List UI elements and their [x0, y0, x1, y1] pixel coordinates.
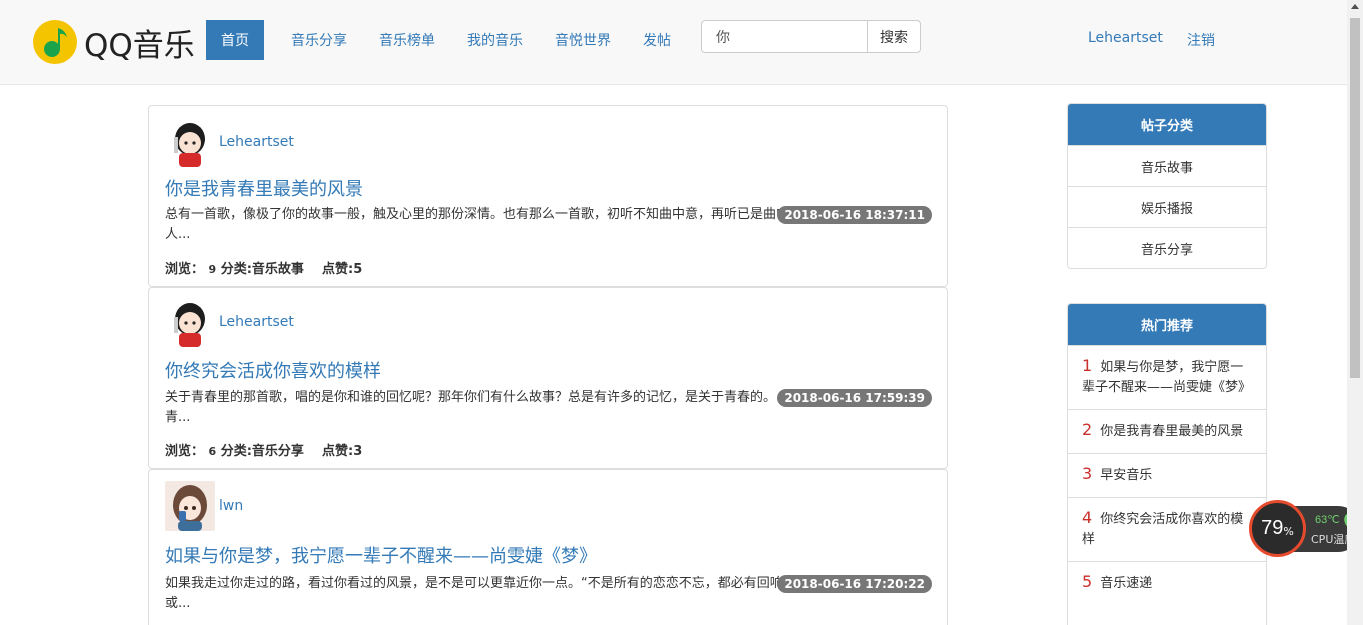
author-name[interactable]: Leheartset [219, 314, 294, 330]
avatar [165, 117, 215, 167]
hot-panel-title: 热门推荐 [1068, 304, 1266, 345]
hot-item[interactable]: 1 如果与你是梦，我宁愿一辈子不醒来——尚雯婕《梦》 [1068, 345, 1266, 409]
author-name[interactable]: Leheartset [219, 134, 294, 150]
hot-panel: 热门推荐 1 如果与你是梦，我宁愿一辈子不醒来——尚雯婕《梦》 2 你是我青春里最美… [1067, 303, 1267, 625]
nav-new-post[interactable]: 发帖 [643, 30, 671, 50]
qq-music-logo[interactable]: QQ音乐 [32, 19, 195, 65]
post-date-badge: 2018-06-16 17:59:39 [777, 389, 932, 407]
avatar [165, 297, 215, 347]
top-navbar: QQ音乐 首页 音乐分享 音乐榜单 我的音乐 音悦世界 发帖 你 搜索 Lehe… [0, 0, 1347, 85]
nav-music-share[interactable]: 音乐分享 [291, 30, 347, 50]
category-panel: 帖子分类 音乐故事 娱乐播报 音乐分享 [1067, 103, 1267, 269]
post-author[interactable]: Leheartset [165, 297, 294, 347]
hot-item[interactable]: 3 早安音乐 [1068, 453, 1266, 497]
nav-home[interactable]: 首页 [206, 20, 264, 60]
cpu-usage-percent: 79 [1261, 517, 1284, 539]
hot-rank: 5 [1082, 572, 1093, 591]
category-item-entertainment[interactable]: 娱乐播报 [1068, 186, 1266, 227]
post-summary: 总有一首歌，像极了你的故事一般，触及心里的那份深情。也有那么一首歌，初听不知曲中… [165, 207, 790, 242]
views-count: 9 [208, 263, 217, 276]
category-item-music-share[interactable]: 音乐分享 [1068, 227, 1266, 268]
post-date-badge: 2018-06-16 17:20:22 [777, 575, 932, 593]
post-stats: 浏览： 9 分类:音乐故事 点赞:5 [165, 258, 362, 277]
post-author[interactable]: Leheartset [165, 117, 294, 167]
scrollbar-thumb[interactable] [1350, 18, 1360, 378]
views-label: 浏览： [165, 444, 205, 459]
post-category: 分类:音乐分享 [220, 444, 304, 459]
post-summary: 关于青春里的那首歌，唱的是你和谁的回忆呢？那年你们有什么故事？总是有许多的记忆，… [165, 390, 777, 425]
hot-title: 你终究会活成你喜欢的模样 [1082, 512, 1244, 547]
music-note-logo-icon [33, 20, 77, 64]
hot-title: 音乐速递 [1100, 576, 1153, 591]
category-panel-title: 帖子分类 [1068, 104, 1266, 145]
post-card: Leheartset 你终究会活成你喜欢的模样 关于青春里的那首歌，唱的是你和谁… [148, 287, 948, 469]
page-scrollbar[interactable] [1347, 0, 1363, 625]
hot-item[interactable]: 4 你终究会活成你喜欢的模样 [1068, 497, 1266, 561]
post-author[interactable]: lwn [165, 481, 243, 531]
hot-rank: 4 [1082, 508, 1093, 527]
cpu-temperature: 63℃ [1315, 513, 1351, 526]
nav-music-charts[interactable]: 音乐榜单 [379, 30, 435, 50]
hot-item[interactable]: 5 音乐速递 [1068, 561, 1266, 605]
hot-rank: 2 [1082, 420, 1093, 439]
views-label: 浏览： [165, 262, 205, 277]
post-title[interactable]: 你是我青春里最美的风景 [165, 175, 363, 201]
scroll-up-arrow-icon[interactable] [1351, 4, 1359, 9]
hot-title: 早安音乐 [1100, 468, 1153, 483]
author-name[interactable]: lwn [219, 498, 243, 514]
cpu-usage-gauge: 79% [1249, 500, 1306, 557]
post-category: 分类:音乐故事 [220, 262, 304, 277]
nav-music-world[interactable]: 音悦世界 [555, 30, 611, 50]
hot-rank: 1 [1082, 356, 1093, 375]
nav-logout[interactable]: 注销 [1187, 30, 1215, 50]
post-date-badge: 2018-06-16 18:37:11 [777, 206, 932, 224]
views-count: 6 [208, 445, 217, 458]
search-button[interactable]: 搜索 [867, 20, 921, 53]
post-summary: 如果我走过你走过的路，看过你看过的风景，是不是可以更靠近你一点。“不是所有的恋恋… [165, 576, 796, 611]
category-item-music-story[interactable]: 音乐故事 [1068, 145, 1266, 186]
nav-username[interactable]: Leheartset [1088, 30, 1163, 46]
cpu-usage-percent-sign: % [1283, 525, 1294, 538]
hot-rank: 3 [1082, 464, 1093, 483]
post-likes: 点赞:5 [322, 262, 363, 277]
cpu-temperature-widget[interactable]: 79% 63℃ CPU温度 [1249, 500, 1361, 557]
logo-text: QQ音乐 [84, 27, 195, 64]
nav-my-music[interactable]: 我的音乐 [467, 30, 523, 50]
post-stats: 浏览： 6 分类:音乐分享 点赞:3 [165, 440, 362, 459]
hot-title: 你是我青春里最美的风景 [1100, 424, 1244, 439]
post-title[interactable]: 你终究会活成你喜欢的模样 [165, 357, 381, 383]
hot-title: 如果与你是梦，我宁愿一辈子不醒来——尚雯婕《梦》 [1082, 360, 1252, 395]
post-title[interactable]: 如果与你是梦，我宁愿一辈子不醒来——尚雯婕《梦》 [165, 542, 597, 568]
search-input[interactable]: 你 [701, 20, 868, 53]
hot-item[interactable]: 2 你是我青春里最美的风景 [1068, 409, 1266, 453]
cpu-temperature-value: 63℃ [1315, 514, 1340, 526]
post-card: lwn 如果与你是梦，我宁愿一辈子不醒来——尚雯婕《梦》 如果我走过你走过的路，… [148, 469, 948, 625]
avatar [165, 481, 215, 531]
post-likes: 点赞:3 [322, 444, 363, 459]
post-card: Leheartset 你是我青春里最美的风景 总有一首歌，像极了你的故事一般，触… [148, 105, 948, 287]
